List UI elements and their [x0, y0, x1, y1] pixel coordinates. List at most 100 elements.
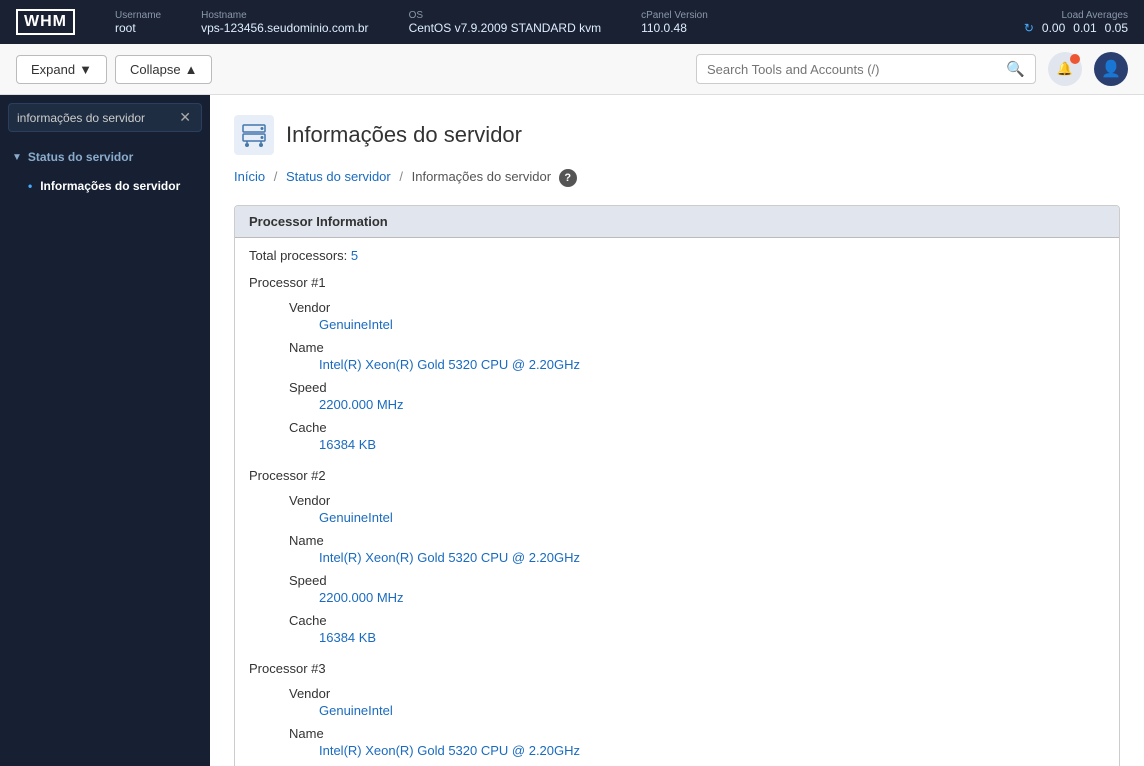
cache-field-2: Cache 16384 KB: [289, 613, 1105, 645]
expand-label: Expand: [31, 62, 75, 77]
username-value: root: [115, 21, 161, 35]
search-container: 🔍 🔔 👤: [696, 52, 1128, 86]
top-bar: WHM Username root Hostname vps-123456.se…: [0, 0, 1144, 44]
os-label: OS: [409, 10, 602, 21]
breadcrumb: Início / Status do servidor / Informaçõe…: [234, 169, 1120, 187]
cache-value-2: 16384 KB: [289, 630, 1105, 645]
vendor-label-2: Vendor: [289, 493, 1105, 508]
os-item: OS CentOS v7.9.2009 STANDARD kvm: [409, 10, 602, 35]
sidebar-search[interactable]: ✕: [8, 103, 202, 132]
processor-3-detail: Vendor GenuineIntel Name Intel(R) Xeon(R…: [249, 686, 1105, 758]
load15: 0.05: [1105, 21, 1128, 35]
total-processors-line: Total processors: 5: [249, 248, 1105, 263]
sidebar: ✕ ▼ Status do servidor Informações do se…: [0, 95, 210, 766]
speed-value-2: 2200.000 MHz: [289, 590, 1105, 605]
search-box[interactable]: 🔍: [696, 54, 1036, 84]
processor-3-group: Processor #3 Vendor GenuineIntel Name In…: [249, 661, 1105, 758]
expand-icon: ▼: [79, 62, 92, 77]
user-avatar[interactable]: 👤: [1094, 52, 1128, 86]
header-bar: Expand ▼ Collapse ▲ 🔍 🔔 👤: [0, 44, 1144, 95]
name-field-2: Name Intel(R) Xeon(R) Gold 5320 CPU @ 2.…: [289, 533, 1105, 565]
search-icon[interactable]: 🔍: [1006, 60, 1025, 78]
content-area: Informações do servidor Início / Status …: [210, 95, 1144, 766]
name-label-3: Name: [289, 726, 1105, 741]
processor-2-heading: Processor #2: [249, 468, 1105, 483]
search-input[interactable]: [707, 62, 1006, 77]
sidebar-item-server-info[interactable]: Informações do servidor: [0, 172, 210, 200]
collapse-label: Collapse: [130, 62, 181, 77]
help-icon[interactable]: ?: [559, 169, 577, 187]
name-value-3: Intel(R) Xeon(R) Gold 5320 CPU @ 2.20GHz: [289, 743, 1105, 758]
username-item: Username root: [115, 10, 161, 35]
sidebar-section-label: Status do servidor: [28, 150, 133, 164]
vendor-value-1: GenuineIntel: [289, 317, 1105, 332]
speed-value-1: 2200.000 MHz: [289, 397, 1105, 412]
vendor-value-2: GenuineIntel: [289, 510, 1105, 525]
load-label: Load Averages: [1061, 10, 1128, 21]
name-field-1: Name Intel(R) Xeon(R) Gold 5320 CPU @ 2.…: [289, 340, 1105, 372]
hostname-label: Hostname: [201, 10, 368, 21]
processor-2-detail: Vendor GenuineIntel Name Intel(R) Xeon(R…: [249, 493, 1105, 645]
processor-info-section: Processor Information Total processors: …: [234, 205, 1120, 766]
name-field-3: Name Intel(R) Xeon(R) Gold 5320 CPU @ 2.…: [289, 726, 1105, 758]
total-value[interactable]: 5: [351, 248, 358, 263]
breadcrumb-section[interactable]: Status do servidor: [286, 169, 391, 184]
username-label: Username: [115, 10, 161, 21]
cache-value-1: 16384 KB: [289, 437, 1105, 452]
load-icon: ↻: [1024, 21, 1034, 35]
cpanel-label: cPanel Version: [641, 10, 708, 21]
load-averages: Load Averages ↻ 0.00 0.01 0.05: [1024, 10, 1128, 35]
sidebar-item-label: Informações do servidor: [40, 179, 180, 193]
sidebar-search-input[interactable]: [17, 111, 177, 125]
cpanel-value: 110.0.48: [641, 21, 708, 35]
name-label-1: Name: [289, 340, 1105, 355]
vendor-label-3: Vendor: [289, 686, 1105, 701]
breadcrumb-current: Informações do servidor: [412, 169, 551, 184]
name-value-1: Intel(R) Xeon(R) Gold 5320 CPU @ 2.20GHz: [289, 357, 1105, 372]
total-label: Total processors:: [249, 248, 347, 263]
main-layout: ✕ ▼ Status do servidor Informações do se…: [0, 95, 1144, 766]
bell-icon: 🔔: [1057, 61, 1073, 77]
vendor-value-3: GenuineIntel: [289, 703, 1105, 718]
processor-1-group: Processor #1 Vendor GenuineIntel Name In…: [249, 275, 1105, 452]
breadcrumb-sep2: /: [399, 169, 403, 184]
collapse-icon: ▲: [185, 62, 198, 77]
speed-label-2: Speed: [289, 573, 1105, 588]
page-title-area: Informações do servidor: [234, 115, 1120, 155]
page-icon: [234, 115, 274, 155]
hostname-value: vps-123456.seudominio.com.br: [201, 21, 368, 35]
server-icon: [240, 121, 268, 149]
breadcrumb-home[interactable]: Início: [234, 169, 265, 184]
sidebar-section-header[interactable]: ▼ Status do servidor: [0, 142, 210, 172]
cache-label-1: Cache: [289, 420, 1105, 435]
clear-search-button[interactable]: ✕: [177, 109, 193, 126]
cache-field-1: Cache 16384 KB: [289, 420, 1105, 452]
sidebar-section-status: ▼ Status do servidor Informações do serv…: [0, 140, 210, 202]
cpanel-item: cPanel Version 110.0.48: [641, 10, 708, 35]
speed-field-2: Speed 2200.000 MHz: [289, 573, 1105, 605]
section-body: Total processors: 5 Processor #1 Vendor …: [235, 238, 1119, 766]
name-label-2: Name: [289, 533, 1105, 548]
hostname-item: Hostname vps-123456.seudominio.com.br: [201, 10, 368, 35]
page-title: Informações do servidor: [286, 122, 522, 148]
expand-button[interactable]: Expand ▼: [16, 55, 107, 84]
processor-3-heading: Processor #3: [249, 661, 1105, 676]
load5: 0.01: [1073, 21, 1096, 35]
load-avg-values: ↻ 0.00 0.01 0.05: [1024, 21, 1128, 35]
name-value-2: Intel(R) Xeon(R) Gold 5320 CPU @ 2.20GHz: [289, 550, 1105, 565]
logo: WHM: [16, 9, 75, 35]
load1: 0.00: [1042, 21, 1065, 35]
vendor-field-2: Vendor GenuineIntel: [289, 493, 1105, 525]
chevron-down-icon: ▼: [12, 152, 22, 163]
vendor-field-1: Vendor GenuineIntel: [289, 300, 1105, 332]
logo-text: WHM: [16, 9, 75, 35]
user-icon: 👤: [1101, 59, 1121, 79]
top-bar-right: Load Averages ↻ 0.00 0.01 0.05: [1024, 10, 1128, 35]
speed-field-1: Speed 2200.000 MHz: [289, 380, 1105, 412]
processor-1-detail: Vendor GenuineIntel Name Intel(R) Xeon(R…: [249, 300, 1105, 452]
breadcrumb-sep1: /: [274, 169, 278, 184]
processor-2-group: Processor #2 Vendor GenuineIntel Name In…: [249, 468, 1105, 645]
bell-button[interactable]: 🔔: [1048, 52, 1082, 86]
collapse-button[interactable]: Collapse ▲: [115, 55, 212, 84]
cache-label-2: Cache: [289, 613, 1105, 628]
